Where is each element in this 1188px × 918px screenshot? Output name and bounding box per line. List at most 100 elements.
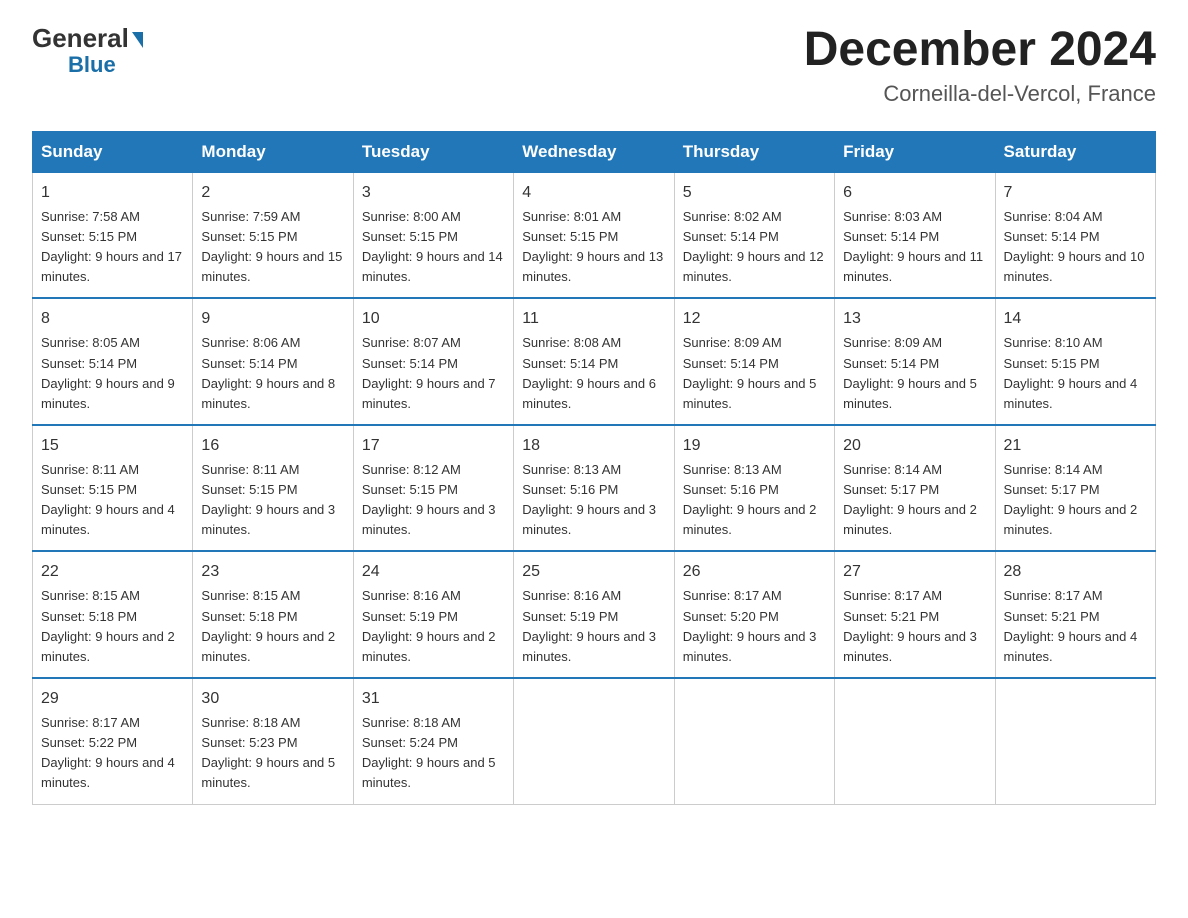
calendar-week-row: 22 Sunrise: 8:15 AMSunset: 5:18 PMDayligh… [33,551,1156,678]
day-number: 31 [362,687,505,711]
calendar-cell: 14 Sunrise: 8:10 AMSunset: 5:15 PMDayligh… [995,298,1155,425]
day-number: 12 [683,307,826,331]
calendar-cell: 31 Sunrise: 8:18 AMSunset: 5:24 PMDayligh… [353,678,513,804]
calendar-cell: 21Sunrise: 8:14 AMSunset: 5:17 PMDayligh… [995,425,1155,552]
calendar-cell: 24 Sunrise: 8:16 AMSunset: 5:19 PMDayligh… [353,551,513,678]
calendar-body: 1 Sunrise: 7:58 AMSunset: 5:15 PMDaylight… [33,172,1156,804]
col-friday: Friday [835,131,995,172]
calendar-cell: 27 Sunrise: 8:17 AMSunset: 5:21 PMDayligh… [835,551,995,678]
col-sunday: Sunday [33,131,193,172]
day-info: Sunrise: 8:04 AMSunset: 5:14 PMDaylight:… [1004,209,1145,284]
calendar-week-row: 1 Sunrise: 7:58 AMSunset: 5:15 PMDaylight… [33,172,1156,298]
calendar-cell: 22 Sunrise: 8:15 AMSunset: 5:18 PMDayligh… [33,551,193,678]
calendar-week-row: 29Sunrise: 8:17 AMSunset: 5:22 PMDayligh… [33,678,1156,804]
day-number: 14 [1004,307,1147,331]
day-number: 23 [201,560,344,584]
calendar-cell: 29Sunrise: 8:17 AMSunset: 5:22 PMDayligh… [33,678,193,804]
day-info: Sunrise: 8:14 AMSunset: 5:17 PMDaylight:… [1004,462,1138,537]
day-number: 7 [1004,181,1147,205]
day-number: 1 [41,181,184,205]
calendar-cell: 15 Sunrise: 8:11 AMSunset: 5:15 PMDayligh… [33,425,193,552]
day-info: Sunrise: 8:11 AMSunset: 5:15 PMDaylight:… [41,462,175,537]
calendar-cell: 26 Sunrise: 8:17 AMSunset: 5:20 PMDayligh… [674,551,834,678]
day-info: Sunrise: 8:08 AMSunset: 5:14 PMDaylight:… [522,335,656,410]
day-info: Sunrise: 8:13 AMSunset: 5:16 PMDaylight:… [522,462,656,537]
day-info: Sunrise: 8:15 AMSunset: 5:18 PMDaylight:… [201,588,335,663]
logo-triangle-icon [132,32,143,48]
calendar-cell: 3 Sunrise: 8:00 AMSunset: 5:15 PMDaylight… [353,172,513,298]
title-area: December 2024 Corneilla-del-Vercol, Fran… [804,24,1156,107]
day-info: Sunrise: 8:13 AMSunset: 5:16 PMDaylight:… [683,462,817,537]
day-info: Sunrise: 8:17 AMSunset: 5:20 PMDaylight:… [683,588,817,663]
calendar-cell: 4 Sunrise: 8:01 AMSunset: 5:15 PMDaylight… [514,172,674,298]
col-wednesday: Wednesday [514,131,674,172]
col-saturday: Saturday [995,131,1155,172]
day-info: Sunrise: 8:18 AMSunset: 5:24 PMDaylight:… [362,715,496,790]
day-info: Sunrise: 8:05 AMSunset: 5:14 PMDaylight:… [41,335,175,410]
day-info: Sunrise: 8:17 AMSunset: 5:21 PMDaylight:… [843,588,977,663]
day-info: Sunrise: 8:18 AMSunset: 5:23 PMDaylight:… [201,715,335,790]
day-info: Sunrise: 8:02 AMSunset: 5:14 PMDaylight:… [683,209,824,284]
logo-general-text: General [32,24,129,53]
calendar-table: Sunday Monday Tuesday Wednesday Thursday… [32,131,1156,805]
day-info: Sunrise: 8:16 AMSunset: 5:19 PMDaylight:… [362,588,496,663]
calendar-week-row: 15 Sunrise: 8:11 AMSunset: 5:15 PMDayligh… [33,425,1156,552]
logo-blue-text: Blue [68,53,116,77]
day-info: Sunrise: 8:15 AMSunset: 5:18 PMDaylight:… [41,588,175,663]
day-number: 24 [362,560,505,584]
day-info: Sunrise: 8:11 AMSunset: 5:15 PMDaylight:… [201,462,335,537]
calendar-cell: 6 Sunrise: 8:03 AMSunset: 5:14 PMDaylight… [835,172,995,298]
day-number: 22 [41,560,184,584]
page-header: General Blue December 2024 Corneilla-del… [32,24,1156,107]
day-number: 19 [683,434,826,458]
day-number: 26 [683,560,826,584]
day-number: 5 [683,181,826,205]
calendar-cell: 23 Sunrise: 8:15 AMSunset: 5:18 PMDayligh… [193,551,353,678]
day-number: 17 [362,434,505,458]
calendar-cell [674,678,834,804]
day-info: Sunrise: 8:06 AMSunset: 5:14 PMDaylight:… [201,335,335,410]
month-title: December 2024 [804,24,1156,77]
day-number: 3 [362,181,505,205]
day-number: 25 [522,560,665,584]
day-number: 6 [843,181,986,205]
calendar-cell: 9 Sunrise: 8:06 AMSunset: 5:14 PMDaylight… [193,298,353,425]
day-info: Sunrise: 7:58 AMSunset: 5:15 PMDaylight:… [41,209,182,284]
day-number: 15 [41,434,184,458]
day-number: 4 [522,181,665,205]
day-number: 16 [201,434,344,458]
calendar-cell: 5 Sunrise: 8:02 AMSunset: 5:14 PMDaylight… [674,172,834,298]
calendar-cell: 30 Sunrise: 8:18 AMSunset: 5:23 PMDayligh… [193,678,353,804]
day-info: Sunrise: 8:17 AMSunset: 5:22 PMDaylight:… [41,715,175,790]
day-number: 18 [522,434,665,458]
day-number: 28 [1004,560,1147,584]
calendar-cell: 25Sunrise: 8:16 AMSunset: 5:19 PMDayligh… [514,551,674,678]
day-number: 27 [843,560,986,584]
calendar-cell [514,678,674,804]
calendar-cell: 28Sunrise: 8:17 AMSunset: 5:21 PMDayligh… [995,551,1155,678]
calendar-cell: 11 Sunrise: 8:08 AMSunset: 5:14 PMDayligh… [514,298,674,425]
day-number: 2 [201,181,344,205]
location: Corneilla-del-Vercol, France [804,81,1156,107]
calendar-cell: 10Sunrise: 8:07 AMSunset: 5:14 PMDayligh… [353,298,513,425]
day-info: Sunrise: 7:59 AMSunset: 5:15 PMDaylight:… [201,209,342,284]
calendar-cell: 7 Sunrise: 8:04 AMSunset: 5:14 PMDaylight… [995,172,1155,298]
day-info: Sunrise: 8:00 AMSunset: 5:15 PMDaylight:… [362,209,503,284]
day-info: Sunrise: 8:09 AMSunset: 5:14 PMDaylight:… [683,335,817,410]
day-info: Sunrise: 8:01 AMSunset: 5:15 PMDaylight:… [522,209,663,284]
day-number: 30 [201,687,344,711]
day-info: Sunrise: 8:03 AMSunset: 5:14 PMDaylight:… [843,209,983,284]
calendar-cell: 18 Sunrise: 8:13 AMSunset: 5:16 PMDayligh… [514,425,674,552]
calendar-cell: 19 Sunrise: 8:13 AMSunset: 5:16 PMDayligh… [674,425,834,552]
calendar-cell: 17Sunrise: 8:12 AMSunset: 5:15 PMDayligh… [353,425,513,552]
day-info: Sunrise: 8:14 AMSunset: 5:17 PMDaylight:… [843,462,977,537]
day-number: 13 [843,307,986,331]
logo: General Blue [32,24,143,77]
header-row: Sunday Monday Tuesday Wednesday Thursday… [33,131,1156,172]
calendar-cell [995,678,1155,804]
day-info: Sunrise: 8:10 AMSunset: 5:15 PMDaylight:… [1004,335,1138,410]
day-number: 9 [201,307,344,331]
calendar-cell: 1 Sunrise: 7:58 AMSunset: 5:15 PMDaylight… [33,172,193,298]
day-number: 11 [522,307,665,331]
calendar-cell: 2 Sunrise: 7:59 AMSunset: 5:15 PMDaylight… [193,172,353,298]
